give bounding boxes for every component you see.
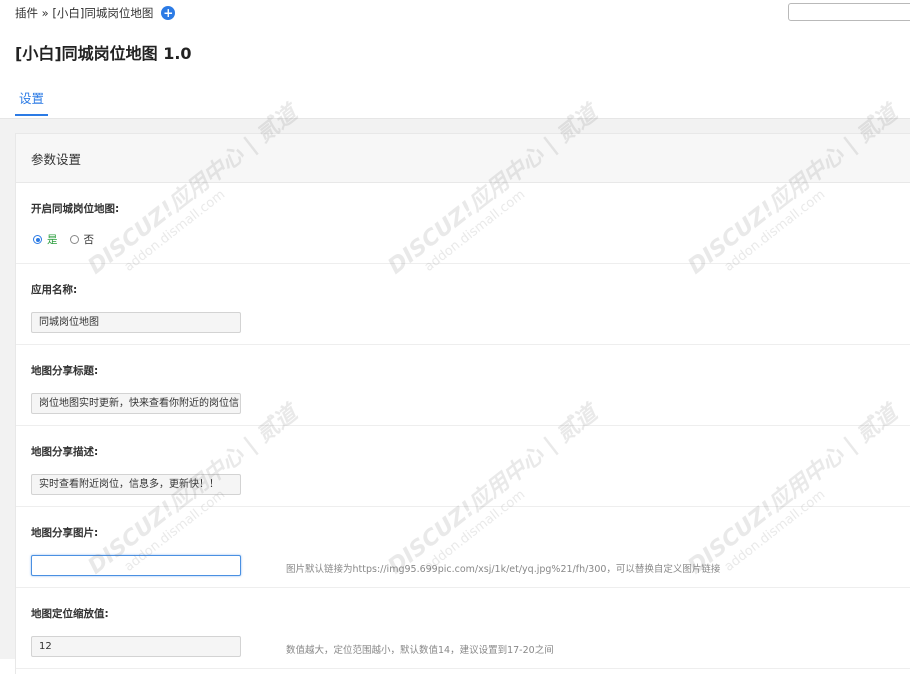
app-name-input[interactable]: 同城岗位地图 (31, 312, 241, 333)
field-label-share-image: 地图分享图片: (31, 527, 99, 539)
share-title-value: 岗位地图实时更新，快来查看你附近的岗位信 (39, 398, 239, 409)
share-desc-value: 实时查看附近岗位，信息多，更新快！！ (39, 479, 219, 490)
search-input[interactable] (788, 3, 910, 21)
radio-no-label[interactable]: 否 (84, 232, 95, 247)
radio-no[interactable] (69, 235, 79, 244)
field-label-share-title: 地图分享标题: (31, 365, 99, 377)
tab-settings[interactable]: 设置 (15, 80, 49, 116)
radio-yes-label[interactable]: 是 (47, 232, 58, 247)
tab-bar: 设置 (0, 80, 910, 119)
field-share-desc: 地图分享描述: 实时查看附近岗位，信息多，更新快！！ (16, 426, 910, 507)
field-share-image: 地图分享图片: 图片默认链接为https://img95.699pic.com/… (16, 507, 910, 588)
radio-yes[interactable] (33, 235, 42, 244)
field-label-zoom: 地图定位缩放值: (31, 608, 109, 620)
settings-panel: 参数设置 开启同城岗位地图: 是 否 应用名称: 同城岗位地图 地图分享标题: … (15, 133, 910, 674)
share-desc-input[interactable]: 实时查看附近岗位，信息多，更新快！！ (31, 474, 241, 495)
panel-title: 参数设置 (16, 134, 910, 183)
zoom-hint: 数值越大，定位范围越小，默认数值14，建议设置到17-20之间 (286, 645, 554, 656)
share-title-input[interactable]: 岗位地图实时更新，快来查看你附近的岗位信 (31, 393, 241, 414)
page-title: [小白]同城岗位地图 1.0 (15, 44, 192, 63)
share-image-input[interactable] (31, 555, 241, 576)
share-image-hint: 图片默认链接为https://img95.699pic.com/xsj/1k/e… (286, 564, 721, 575)
breadcrumb-text[interactable]: 插件 » [小白]同城岗位地图 (15, 5, 153, 21)
field-enable: 开启同城岗位地图: 是 否 (16, 183, 910, 264)
enable-radio-group: 是 否 (33, 232, 94, 247)
zoom-value: 12 (39, 641, 52, 652)
zoom-input[interactable]: 12 (31, 636, 241, 657)
top-bar: 插件 » [小白]同城岗位地图 + (0, 0, 910, 26)
app-name-value: 同城岗位地图 (39, 317, 99, 328)
add-favorite-icon[interactable]: + (161, 6, 176, 20)
field-label-app-name: 应用名称: (31, 284, 78, 296)
field-label-enable: 开启同城岗位地图: (31, 203, 120, 215)
field-app-name: 应用名称: 同城岗位地图 (16, 264, 910, 345)
field-share-title: 地图分享标题: 岗位地图实时更新，快来查看你附近的岗位信 (16, 345, 910, 426)
breadcrumb: 插件 » [小白]同城岗位地图 + (15, 5, 176, 21)
field-zoom: 地图定位缩放值: 12 数值越大，定位范围越小，默认数值14，建议设置到17-2… (16, 588, 910, 669)
field-label-share-desc: 地图分享描述: (31, 446, 99, 458)
